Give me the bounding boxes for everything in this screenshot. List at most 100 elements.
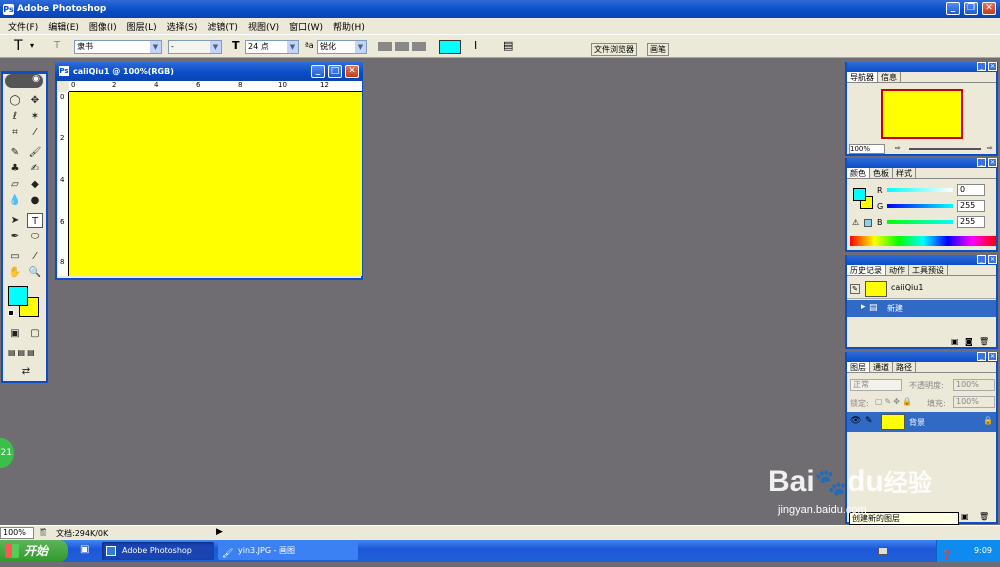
clone-stamp-icon[interactable]: ♣: [7, 161, 23, 176]
notes-icon[interactable]: ▭: [7, 249, 23, 264]
trash-icon[interactable]: 🗑: [979, 337, 989, 346]
tab-actions[interactable]: 动作: [886, 265, 909, 275]
align-right-icon[interactable]: [412, 42, 426, 51]
menu-select[interactable]: 选择(S): [162, 20, 203, 33]
tray-keyboard-icon[interactable]: [878, 547, 888, 555]
lasso-icon[interactable]: ℓ: [7, 109, 23, 124]
font-family-select[interactable]: 隶书 ▼: [74, 40, 162, 54]
b-slider[interactable]: [887, 220, 953, 224]
opacity-field[interactable]: 100%: [953, 379, 995, 391]
zoom-in-icon[interactable]: ⇨: [987, 144, 993, 152]
status-zoom-field[interactable]: 100%: [0, 527, 34, 539]
move-icon[interactable]: ✥: [27, 93, 43, 108]
document-canvas[interactable]: [69, 92, 362, 276]
panel-close-icon[interactable]: ✕: [988, 352, 997, 361]
text-tool-icon[interactable]: T: [14, 38, 23, 54]
path-select-icon[interactable]: ➤: [7, 213, 23, 228]
panel-minimize-icon[interactable]: _: [977, 158, 986, 167]
task-photoshop[interactable]: Adobe Photoshop: [102, 542, 214, 560]
history-snapshot-row[interactable]: ✎ caiiQiu1: [847, 279, 996, 299]
panel-minimize-icon[interactable]: _: [977, 255, 986, 264]
brush-link-icon[interactable]: ✎: [865, 416, 873, 426]
tab-tool-presets[interactable]: 工具预设: [909, 265, 948, 275]
healing-brush-icon[interactable]: ✎: [7, 145, 23, 160]
type-tool-icon[interactable]: T: [27, 213, 43, 228]
menu-layer[interactable]: 图层(L): [122, 20, 162, 33]
new-layer-icon[interactable]: ▣: [961, 512, 969, 521]
fill-field[interactable]: 100%: [953, 396, 995, 408]
blend-mode-select[interactable]: 正常: [850, 379, 902, 391]
doc-close-button[interactable]: ✕: [345, 65, 359, 78]
gamut-color-icon[interactable]: [864, 219, 872, 227]
jump-to-imageready-icon[interactable]: ⇄: [9, 364, 43, 379]
close-button[interactable]: ✕: [982, 2, 996, 15]
menu-edit[interactable]: 编辑(E): [43, 20, 84, 33]
magic-wand-icon[interactable]: ✶: [27, 109, 43, 124]
task-paint[interactable]: 🖌 yin3.JPG - 画图: [218, 542, 358, 560]
tab-navigator[interactable]: 导航器: [847, 72, 878, 82]
paint-bucket-icon[interactable]: ◆: [27, 177, 43, 192]
standard-mode-icon[interactable]: ▣: [7, 326, 23, 341]
panel-close-icon[interactable]: ✕: [988, 158, 997, 167]
eye-icon[interactable]: 👁: [850, 416, 861, 426]
navigator-thumbnail[interactable]: [881, 89, 963, 139]
tab-history[interactable]: 历史记录: [847, 265, 886, 275]
minimize-button[interactable]: _: [946, 2, 960, 15]
tab-styles[interactable]: 样式: [893, 168, 916, 178]
hand-icon[interactable]: ✋: [7, 265, 23, 280]
photoshop-eye-icon[interactable]: ◉: [5, 74, 43, 88]
tab-info[interactable]: 信息: [878, 72, 901, 82]
pen-icon[interactable]: ✒: [7, 229, 23, 244]
panel-minimize-icon[interactable]: _: [977, 352, 986, 361]
blur-icon[interactable]: 💧: [7, 193, 23, 208]
menu-view[interactable]: 视图(V): [243, 20, 284, 33]
restore-button[interactable]: ❐: [964, 2, 978, 15]
r-slider[interactable]: [887, 188, 953, 192]
shape-icon[interactable]: ⬭: [27, 229, 43, 244]
brushes-tab[interactable]: 画笔: [647, 43, 669, 56]
status-arrow-icon[interactable]: ▶: [216, 527, 223, 537]
align-center-icon[interactable]: [395, 42, 409, 51]
palettes-icon[interactable]: ▤: [503, 39, 513, 52]
panel-close-icon[interactable]: ✕: [988, 62, 997, 71]
font-size-select[interactable]: 24 点 ▼: [245, 40, 299, 54]
dodge-icon[interactable]: ●: [27, 193, 43, 208]
panel-minimize-icon[interactable]: _: [977, 62, 986, 71]
quick-mask-icon[interactable]: ▢: [27, 326, 43, 341]
g-slider[interactable]: [887, 204, 953, 208]
brush-icon[interactable]: 🖌: [27, 145, 43, 160]
warp-text-icon[interactable]: Ⅰ: [474, 39, 477, 52]
eyedropper-icon[interactable]: ⁄: [27, 249, 43, 264]
file-browser-tab[interactable]: 文件浏览器: [591, 43, 637, 56]
start-button[interactable]: 开始: [0, 540, 68, 562]
tool-preset-arrow-icon[interactable]: ▾: [30, 41, 34, 50]
menu-help[interactable]: 帮助(H): [328, 20, 370, 33]
align-left-icon[interactable]: [378, 42, 392, 51]
history-state-slider-icon[interactable]: ▸: [861, 302, 866, 312]
history-step-row[interactable]: ▸ ▤ 新建: [847, 300, 996, 317]
new-document-from-state-icon[interactable]: ▣: [951, 337, 959, 346]
tab-layers[interactable]: 图层: [847, 362, 870, 372]
menu-window[interactable]: 窗口(W): [284, 20, 328, 33]
doc-maximize-button[interactable]: □: [328, 65, 342, 78]
tab-swatches[interactable]: 色板: [870, 168, 893, 178]
tab-channels[interactable]: 通道: [870, 362, 893, 372]
quick-launch-icon[interactable]: ▣: [80, 544, 89, 555]
menu-image[interactable]: 图像(I): [84, 20, 122, 33]
b-value-field[interactable]: 255: [957, 216, 985, 228]
text-orientation-icon[interactable]: T: [54, 40, 60, 51]
layer-row-background[interactable]: 👁 ✎ 背景 🔒: [847, 412, 996, 432]
g-value-field[interactable]: 255: [957, 200, 985, 212]
font-style-select[interactable]: - ▼: [168, 40, 222, 54]
status-info-icon[interactable]: 🖺: [40, 527, 46, 541]
marquee-icon[interactable]: ◯: [7, 93, 23, 108]
panel-close-icon[interactable]: ✕: [988, 255, 997, 264]
foreground-color-swatch[interactable]: [8, 286, 28, 306]
menu-file[interactable]: 文件(F): [3, 20, 43, 33]
eraser-icon[interactable]: ▱: [7, 177, 23, 192]
text-color-swatch[interactable]: [439, 40, 461, 54]
r-value-field[interactable]: 0: [957, 184, 985, 196]
color-fg-swatch[interactable]: [853, 188, 866, 201]
color-spectrum-bar[interactable]: [850, 236, 996, 246]
navigator-zoom-field[interactable]: 100%: [849, 144, 885, 154]
